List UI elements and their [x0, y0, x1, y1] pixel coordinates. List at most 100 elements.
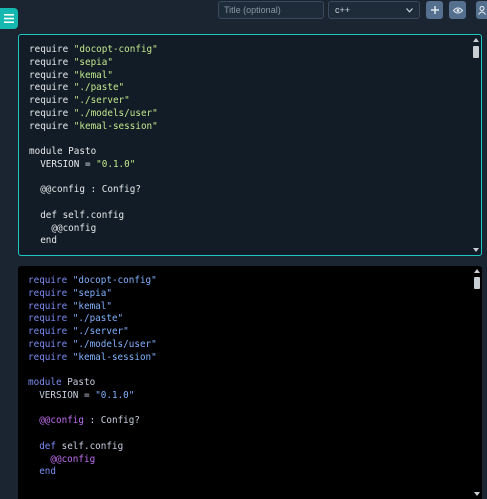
code-token: "./paste"	[72, 313, 124, 325]
code-editor[interactable]: require "docopt-config" require "sepia" re…	[18, 34, 482, 256]
code-preview: require "docopt-config" require "sepia" re…	[18, 266, 482, 499]
code-token: require	[28, 275, 73, 286]
preview-button[interactable]	[449, 1, 466, 19]
code-line: @@config	[28, 454, 157, 467]
code-line: @@config	[29, 223, 158, 236]
code-token: VERSION =	[39, 389, 96, 401]
code-token: @@config : Config?	[29, 184, 141, 196]
code-token: "./server"	[72, 326, 129, 337]
code-token: end	[29, 235, 57, 247]
code-token: require	[29, 44, 74, 55]
code-token: @@config	[29, 222, 97, 234]
code-token: def self.config	[29, 209, 125, 221]
code-line: require "kemal-session"	[28, 352, 157, 365]
code-token: "kemal-session"	[73, 120, 158, 132]
code-token: require	[29, 56, 74, 68]
code-token: require	[28, 313, 73, 325]
code-line: VERSION = "0.1.0"	[29, 159, 158, 172]
editor-code[interactable]: require "docopt-config" require "sepia" re…	[29, 44, 158, 248]
code-line: require "sepia"	[29, 57, 158, 70]
account-button[interactable]	[476, 1, 487, 19]
code-token: require	[29, 107, 74, 119]
code-line: VERSION = "0.1.0"	[28, 390, 157, 403]
preview-scrollbar[interactable]	[474, 269, 480, 496]
editor-scrollbar[interactable]	[473, 38, 479, 252]
code-line: def self.config	[28, 441, 157, 454]
toolbar: c++	[0, 0, 487, 36]
language-select[interactable]: c++	[328, 1, 420, 19]
code-token: "kemal"	[73, 69, 113, 81]
scroll-thumb[interactable]	[474, 277, 480, 289]
scroll-up-arrow[interactable]	[474, 269, 480, 273]
code-token: "sepia"	[72, 287, 112, 299]
hamburger-icon[interactable]	[0, 8, 18, 29]
preview-code: require "docopt-config" require "sepia" re…	[28, 275, 157, 479]
code-token: "0.1.0"	[96, 158, 136, 170]
title-input[interactable]	[218, 1, 324, 19]
code-token: "kemal"	[72, 300, 112, 312]
code-line: require "kemal"	[29, 70, 158, 83]
code-token: require	[28, 326, 73, 337]
code-line: require "./models/user"	[28, 339, 157, 352]
code-line: require "./paste"	[28, 313, 157, 326]
code-line: require "./server"	[28, 326, 157, 339]
chevron-down-icon	[406, 7, 413, 13]
code-token: require	[29, 69, 74, 81]
code-line: module Pasto	[28, 377, 157, 390]
scroll-up-arrow[interactable]	[473, 38, 479, 42]
code-token: require	[29, 95, 74, 106]
eye-icon	[452, 7, 463, 13]
code-line: require "docopt-config"	[28, 275, 157, 288]
code-token: require	[28, 300, 73, 312]
code-token: "docopt-config"	[73, 44, 158, 55]
code-token: module Pasto	[29, 146, 97, 157]
code-token: module	[28, 377, 68, 388]
code-line: @@config : Config?	[28, 415, 157, 428]
code-token: require	[28, 351, 73, 363]
code-token: "docopt-config"	[72, 275, 157, 286]
code-token: require	[29, 82, 74, 94]
code-line: require "docopt-config"	[29, 44, 158, 57]
code-token: "./models/user"	[72, 338, 157, 350]
code-line: def self.config	[29, 210, 158, 223]
code-line: end	[29, 235, 158, 248]
code-line: end	[28, 466, 157, 479]
code-token: end	[28, 466, 56, 478]
code-token: def	[28, 440, 62, 452]
scroll-down-arrow[interactable]	[473, 248, 479, 252]
code-line: module Pasto	[29, 146, 158, 159]
scroll-down-arrow[interactable]	[474, 492, 480, 496]
code-token: Pasto	[67, 377, 96, 388]
code-line: require "./server"	[29, 95, 158, 108]
code-token: VERSION =	[29, 158, 97, 170]
code-token: require	[28, 338, 73, 350]
code-token: "./paste"	[73, 82, 125, 94]
code-token: require	[28, 287, 73, 299]
code-line: require "./paste"	[29, 82, 158, 95]
code-token: "./server"	[73, 95, 130, 106]
code-line: require "./models/user"	[29, 108, 158, 121]
plus-icon	[430, 6, 439, 14]
code-token: "kemal-session"	[72, 351, 157, 363]
code-token: : Config?	[83, 415, 140, 427]
user-icon	[477, 5, 486, 15]
scroll-thumb[interactable]	[473, 46, 479, 58]
code-token: @@config	[39, 415, 84, 427]
code-token: "./models/user"	[73, 107, 158, 119]
language-select-value: c++	[335, 5, 351, 15]
code-line: @@config : Config?	[29, 184, 158, 197]
code-token: "0.1.0"	[95, 389, 135, 401]
code-token: "sepia"	[73, 56, 113, 68]
code-token: @@config	[50, 453, 96, 465]
code-line: require "kemal-session"	[29, 121, 158, 134]
code-line: require "kemal"	[28, 301, 157, 314]
code-line: require "sepia"	[28, 288, 157, 301]
add-paste-button[interactable]	[426, 1, 443, 19]
